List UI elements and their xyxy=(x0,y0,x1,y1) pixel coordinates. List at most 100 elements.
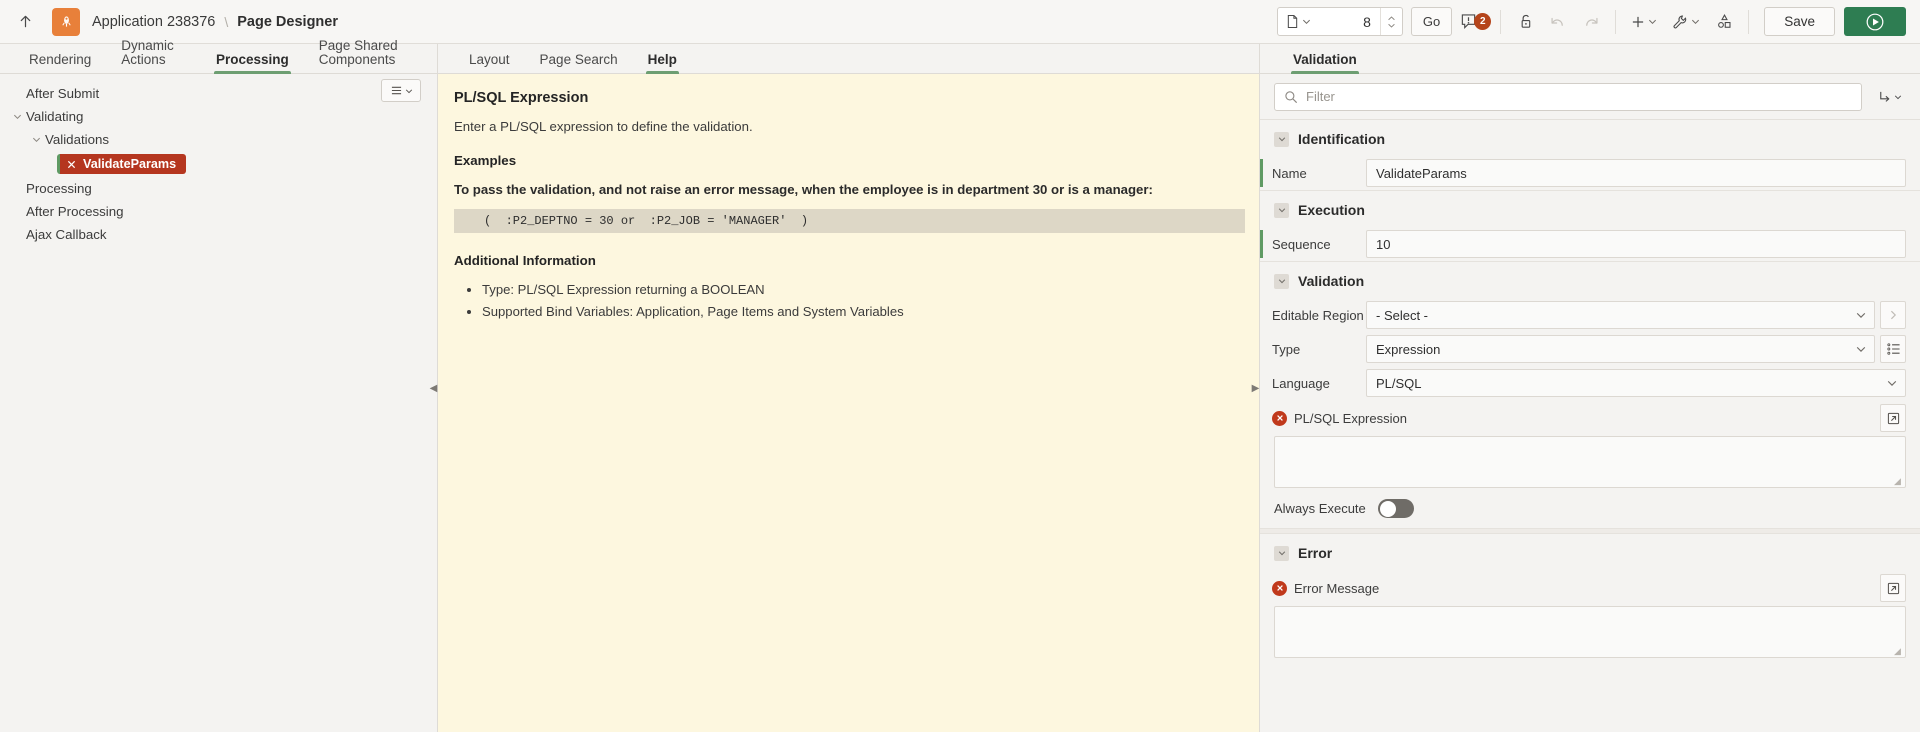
editable-region-select[interactable]: - Select - xyxy=(1366,301,1875,329)
property-editor-panel: Validation Filter Identification Name Va… xyxy=(1260,44,1920,732)
type-select[interactable]: Expression xyxy=(1366,335,1875,363)
tab-help[interactable]: Help xyxy=(633,52,692,74)
property-label: Type xyxy=(1272,341,1301,357)
sequence-input[interactable] xyxy=(1366,230,1906,258)
select-value: - Select - xyxy=(1376,307,1429,323)
tree-node-processing[interactable]: Processing xyxy=(0,177,437,200)
chevron-down-icon[interactable] xyxy=(1274,545,1289,561)
section-title: Validation xyxy=(1298,273,1365,289)
tab-rendering[interactable]: Rendering xyxy=(14,52,106,74)
chip-label: ValidateParams xyxy=(83,157,177,171)
section-title: Error xyxy=(1298,545,1333,561)
resize-grip-icon[interactable]: ◢ xyxy=(1894,647,1903,656)
left-panel-splitter[interactable]: ◀ xyxy=(429,379,438,397)
toggle-knob xyxy=(1379,500,1396,517)
section-title: Identification xyxy=(1298,131,1386,147)
page-number-stepper[interactable] xyxy=(1379,8,1402,35)
page-type-dropdown[interactable] xyxy=(1278,8,1318,35)
property-plsql-expression-header: PL/SQL Expression xyxy=(1260,400,1920,436)
property-label: Name xyxy=(1260,159,1366,187)
property-editable-region: Editable Region - Select - xyxy=(1260,298,1920,332)
oracle-apex-logo[interactable] xyxy=(52,7,80,36)
property-filter-input[interactable] xyxy=(1306,89,1852,104)
hamburger-menu-icon xyxy=(391,86,401,95)
go-button[interactable]: Go xyxy=(1410,7,1453,36)
run-page-button[interactable] xyxy=(1844,7,1906,36)
chevron-down-icon[interactable] xyxy=(8,112,26,121)
chevron-down-icon[interactable] xyxy=(1274,273,1289,289)
section-error[interactable]: Error xyxy=(1260,534,1920,570)
page-warnings-button[interactable]: 2 xyxy=(1460,13,1492,31)
tree-node-ajax-callback[interactable]: Ajax Callback xyxy=(0,223,437,246)
tree-node-validations[interactable]: Validations xyxy=(0,128,437,151)
property-label: Error Message xyxy=(1294,580,1380,596)
unlock-icon[interactable] xyxy=(1510,7,1540,37)
chevron-down-icon xyxy=(1856,346,1866,353)
section-validation[interactable]: Validation xyxy=(1260,261,1920,298)
language-select[interactable]: PL/SQL xyxy=(1366,369,1906,397)
name-input[interactable] xyxy=(1366,159,1906,187)
tab-dynamic-actions[interactable]: Dynamic Actions xyxy=(106,39,201,73)
utilities-button[interactable] xyxy=(1666,7,1706,37)
editable-region-goto-button[interactable] xyxy=(1880,301,1906,329)
chevron-down-icon[interactable] xyxy=(1274,131,1289,147)
chevron-down-icon xyxy=(1692,19,1700,25)
tree-node-validateparams[interactable]: ValidateParams xyxy=(0,151,437,177)
tab-layout[interactable]: Layout xyxy=(454,52,525,74)
help-additional-list: Type: PL/SQL Expression returning a BOOL… xyxy=(482,281,1245,320)
chevron-right-icon xyxy=(1890,310,1897,320)
section-identification[interactable]: Identification xyxy=(1260,120,1920,156)
chevron-down-icon xyxy=(1302,19,1310,25)
wrench-icon xyxy=(1673,15,1687,28)
tree-node-label: Validations xyxy=(45,132,110,147)
arrow-up-icon[interactable] xyxy=(10,7,40,37)
warning-count-badge: 2 xyxy=(1474,13,1492,30)
undo-icon[interactable] xyxy=(1543,7,1573,37)
redo-icon[interactable] xyxy=(1576,7,1606,37)
type-list-picker-button[interactable] xyxy=(1880,335,1906,363)
center-help-panel: Layout Page Search Help PL/SQL Expressio… xyxy=(438,44,1260,732)
breadcrumb-application[interactable]: Application 238376 xyxy=(92,14,215,30)
tree-node-validating[interactable]: Validating xyxy=(0,105,437,128)
tab-processing[interactable]: Processing xyxy=(201,52,304,74)
page-number-input[interactable] xyxy=(1317,8,1380,35)
error-message-expand-button[interactable] xyxy=(1880,574,1906,602)
help-content: PL/SQL Expression Enter a PL/SQL express… xyxy=(438,74,1259,732)
page-selector xyxy=(1276,7,1403,36)
property-label: Language xyxy=(1272,375,1330,391)
toolbar-divider xyxy=(1615,9,1617,34)
save-button[interactable]: Save xyxy=(1764,7,1835,36)
chevron-down-icon xyxy=(1388,23,1395,28)
right-panel-splitter[interactable]: ▶ xyxy=(1251,379,1260,397)
page-designer-app: Application 238376 \ Page Designer Go xyxy=(0,0,1920,732)
section-execution[interactable]: Execution xyxy=(1260,190,1920,227)
goto-group-button[interactable] xyxy=(1872,84,1906,110)
error-message-textarea[interactable]: ◢ xyxy=(1274,606,1906,658)
search-icon xyxy=(1285,90,1297,103)
breadcrumb: Application 238376 \ Page Designer xyxy=(92,14,338,30)
toolbar-right-group: Go 2 xyxy=(1276,7,1906,37)
tab-page-shared-components[interactable]: Page Shared Components xyxy=(304,39,437,73)
validation-chip-validateparams[interactable]: ValidateParams xyxy=(57,154,187,174)
chevron-down-icon[interactable] xyxy=(27,135,45,144)
tab-validation[interactable]: Validation xyxy=(1278,52,1372,74)
plsql-expression-expand-button[interactable] xyxy=(1880,404,1906,432)
property-editor-tabs: Validation xyxy=(1260,44,1920,74)
add-component-button[interactable] xyxy=(1625,7,1663,37)
tree-node-after-submit[interactable]: After Submit xyxy=(0,82,437,105)
property-filter-box[interactable] xyxy=(1274,82,1862,111)
toolbar-divider xyxy=(1500,9,1502,34)
tree-options-menu-button[interactable] xyxy=(381,79,421,102)
help-example-description: To pass the validation, and not raise an… xyxy=(454,182,1153,198)
chevron-down-icon[interactable] xyxy=(1274,202,1289,218)
tree-node-after-processing[interactable]: After Processing xyxy=(0,200,437,223)
list-item: Type: PL/SQL Expression returning a BOOL… xyxy=(482,281,1245,299)
resize-grip-icon[interactable]: ◢ xyxy=(1894,477,1903,486)
breadcrumb-page-designer: Page Designer xyxy=(237,13,338,30)
page-components-button[interactable] xyxy=(1709,7,1739,37)
property-name: Name xyxy=(1260,156,1920,190)
plsql-expression-textarea[interactable]: ◢ xyxy=(1274,436,1906,488)
property-sequence: Sequence xyxy=(1260,227,1920,261)
always-execute-toggle[interactable] xyxy=(1378,499,1414,518)
tab-page-search[interactable]: Page Search xyxy=(525,52,633,74)
